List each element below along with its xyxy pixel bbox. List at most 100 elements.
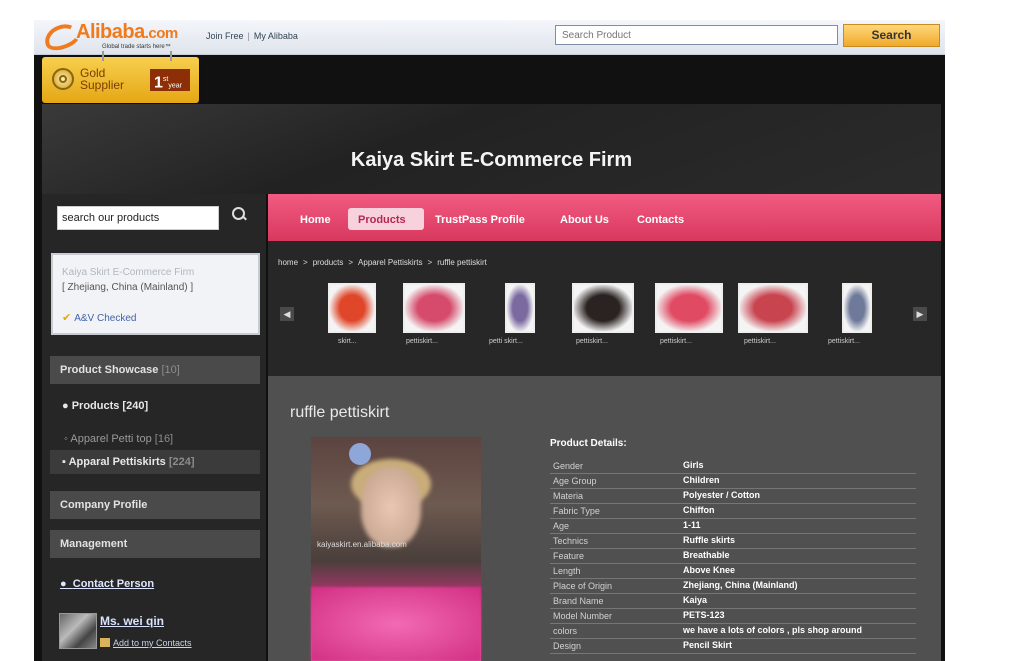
- thumbnail-label[interactable]: pettiskirt...: [576, 338, 608, 345]
- detail-row: Fabric Type Chiffon: [550, 503, 916, 519]
- link-separator: |: [247, 31, 250, 41]
- detail-row: Feature Breathable: [550, 548, 916, 564]
- gold-supplier-badge[interactable]: Gold Supplier 1styear: [42, 51, 199, 103]
- detail-row: Design Pencil Skirt: [550, 638, 916, 654]
- detail-value: Ruffle skirts: [683, 535, 736, 545]
- detail-row: Brand Name Kaiya: [550, 593, 916, 609]
- sidebar-search-input[interactable]: [57, 206, 219, 230]
- check-icon: ✔: [62, 312, 72, 324]
- detail-row: Length Above Knee: [550, 563, 916, 579]
- detail-row: Age Group Children: [550, 473, 916, 489]
- badge-pin: [102, 51, 104, 61]
- search-button[interactable]: Search: [843, 24, 940, 47]
- detail-value: Zhejiang, China (Mainland): [683, 580, 798, 590]
- product-photo[interactable]: kaiyaskirt.en.alibaba.com: [311, 437, 481, 661]
- detail-row: Technics Ruffle skirts: [550, 533, 916, 549]
- company-profile-header[interactable]: Company Profile: [50, 491, 260, 519]
- breadcrumb-products[interactable]: products: [313, 258, 344, 267]
- thumbnail-label[interactable]: pettiskirt...: [406, 338, 438, 345]
- badge-pin: [170, 51, 172, 61]
- carousel-next-button[interactable]: ▶: [913, 307, 927, 321]
- detail-key: colors: [553, 626, 578, 636]
- detail-value: Girls: [683, 460, 704, 470]
- product-thumbnail[interactable]: [328, 283, 376, 333]
- detail-key: Materia: [553, 491, 584, 501]
- product-thumbnail[interactable]: [655, 283, 723, 333]
- thumbnail-label[interactable]: pettiskirt...: [744, 338, 776, 345]
- thumbnail-label[interactable]: petti skirt...: [489, 338, 523, 345]
- detail-value: 1-11: [683, 520, 701, 530]
- supplier-years: 1styear: [150, 69, 190, 91]
- product-title: ruffle pettiskirt: [290, 404, 390, 421]
- search-icon[interactable]: [232, 207, 245, 220]
- detail-value: Polyester / Cotton: [683, 490, 761, 500]
- add-contact-link[interactable]: Add to my Contacts: [100, 638, 192, 648]
- product-thumbnail[interactable]: [572, 283, 634, 333]
- detail-row: Gender Girls: [550, 458, 916, 474]
- detail-row: Materia Polyester / Cotton: [550, 488, 916, 504]
- thumbnail-label[interactable]: pettiskirt...: [660, 338, 692, 345]
- detail-value: Kaiya: [683, 595, 708, 605]
- detail-value: we have a lots of colors , pls shop arou…: [683, 625, 863, 635]
- detail-key: Design: [553, 641, 582, 651]
- thumbnail-label[interactable]: skirt...: [338, 338, 357, 345]
- detail-key: Technics: [553, 536, 589, 546]
- detail-key: Place of Origin: [553, 581, 613, 591]
- nav-about-us[interactable]: About Us: [560, 214, 609, 226]
- photo-tutu: [311, 587, 481, 661]
- detail-value: Children: [683, 475, 720, 485]
- product-details-heading: Product Details:: [550, 438, 627, 449]
- join-free-link[interactable]: Join Free: [206, 31, 244, 41]
- company-info-box: Kaiya Skirt E-Commerce Firm [ Zhejiang, …: [51, 253, 260, 335]
- contact-name-link[interactable]: Ms. wei qin: [100, 614, 164, 628]
- detail-key: Gender: [553, 461, 584, 471]
- detail-key: Fabric Type: [553, 506, 600, 516]
- my-alibaba-link[interactable]: My Alibaba: [254, 31, 298, 41]
- nav-contacts[interactable]: Contacts: [637, 214, 684, 226]
- company-banner: Kaiya Skirt E-Commerce Firm: [42, 104, 941, 194]
- detail-key: Age: [553, 521, 570, 531]
- sidebar-category-petti-top[interactable]: ◦ Apparel Petti top [16]: [64, 433, 173, 445]
- alibaba-logo[interactable]: Alibaba.com Global trade starts here™: [40, 19, 194, 55]
- breadcrumb: home > products > Apparel Pettiskirts > ruffle…: [278, 258, 487, 267]
- photo-watermark: kaiyaskirt.en.alibaba.com: [317, 540, 407, 549]
- detail-row: colors we have a lots of colors , pls sho…: [550, 623, 916, 639]
- detail-value: PETS-123: [683, 610, 725, 620]
- thumbnail-label[interactable]: pettiskirt...: [828, 338, 860, 345]
- product-search-input[interactable]: [555, 25, 838, 45]
- gold-supplier-label: Gold Supplier: [80, 66, 125, 92]
- sidebar-category-pettiskirts[interactable]: ▪ Apparal Pettiskirts [224]: [62, 456, 195, 468]
- carousel-prev-button[interactable]: ◀: [280, 307, 294, 321]
- product-thumbnail[interactable]: [738, 283, 808, 333]
- detail-key: Age Group: [553, 476, 597, 486]
- sidebar-item-products[interactable]: ● Products [240]: [62, 400, 148, 412]
- contact-card-icon: [100, 638, 110, 647]
- breadcrumb-current: ruffle pettiskirt: [437, 258, 487, 267]
- top-links: Join Free | My Alibaba: [206, 31, 298, 41]
- logo-brand: Alibaba.com: [76, 21, 178, 43]
- company-name: Kaiya Skirt E-Commerce Firm: [62, 267, 195, 278]
- product-thumbnail[interactable]: [403, 283, 465, 333]
- nav-products[interactable]: Products: [358, 214, 406, 226]
- company-location: [ Zhejiang, China (Mainland) ]: [62, 282, 194, 293]
- breadcrumb-home[interactable]: home: [278, 258, 298, 267]
- medal-icon: [52, 68, 74, 90]
- detail-row: Model Number PETS-123: [550, 608, 916, 624]
- breadcrumb-category[interactable]: Apparel Pettiskirts: [358, 258, 422, 267]
- detail-key: Length: [553, 566, 581, 576]
- contact-person-link[interactable]: ● Contact Person: [60, 578, 154, 590]
- photo-bow: [349, 443, 371, 465]
- detail-value: Chiffon: [683, 505, 715, 515]
- avatar: [59, 613, 97, 649]
- product-thumbnail[interactable]: [842, 283, 872, 333]
- av-checked-link[interactable]: ✔ A&V Checked: [62, 311, 136, 324]
- detail-key: Model Number: [553, 611, 613, 621]
- nav-home[interactable]: Home: [300, 214, 331, 226]
- nav-trustpass-profile[interactable]: TrustPass Profile: [435, 214, 525, 226]
- management-header[interactable]: Management: [50, 530, 260, 558]
- company-title: Kaiya Skirt E-Commerce Firm: [350, 149, 633, 171]
- product-showcase-header[interactable]: Product Showcase [10]: [50, 356, 260, 384]
- logo-tagline: Global trade starts here™: [102, 44, 171, 50]
- detail-value: Breathable: [683, 550, 730, 560]
- product-thumbnail[interactable]: [505, 283, 535, 333]
